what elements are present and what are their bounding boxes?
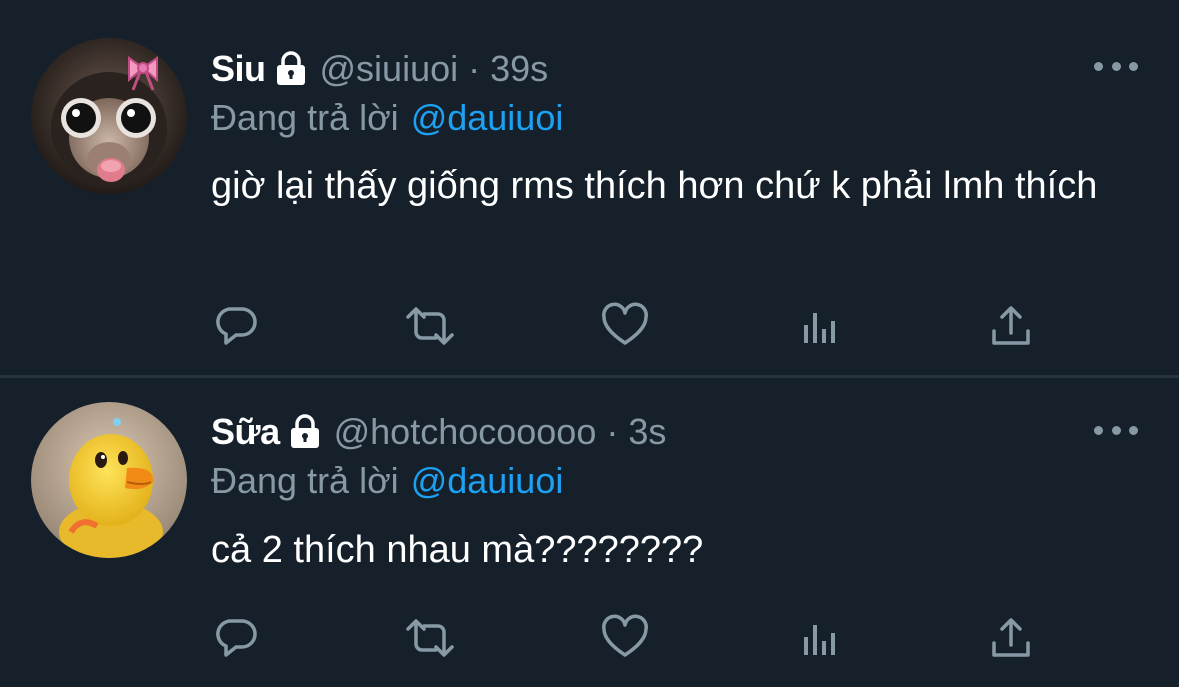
retweet-icon[interactable] [400, 296, 460, 356]
separator: · [606, 411, 619, 452]
like-icon[interactable] [595, 608, 655, 668]
timestamp[interactable]: 3s [628, 411, 666, 453]
lock-icon [290, 414, 320, 450]
reply-context: Đang trả lời @dauiuoi [211, 96, 563, 140]
user-handle[interactable]: @siuiuoi [320, 48, 459, 90]
share-icon[interactable] [981, 608, 1041, 668]
avatar[interactable] [31, 402, 187, 558]
analytics-icon[interactable] [789, 608, 849, 668]
analytics-icon[interactable] [789, 296, 849, 356]
reply-target-link[interactable]: @dauiuoi [411, 460, 564, 502]
timestamp[interactable]: 39s [490, 48, 548, 90]
reply-prefix: Đang trả lời [211, 460, 399, 501]
tweet[interactable]: Sữa @hotchocooooo · 3s Đang trả lời @dau… [0, 378, 1179, 687]
lock-icon [276, 51, 306, 87]
tweet-header: Sữa @hotchocooooo · 3s [211, 410, 666, 454]
avatar[interactable] [31, 38, 187, 194]
tweet-actions [0, 296, 1179, 356]
reply-icon[interactable] [207, 296, 267, 356]
reply-context: Đang trả lời @dauiuoi [211, 459, 563, 503]
tweet-actions [0, 608, 1179, 668]
more-options-icon[interactable] [1094, 418, 1138, 442]
like-icon[interactable] [595, 296, 655, 356]
reply-target-link[interactable]: @dauiuoi [411, 97, 564, 139]
display-name[interactable]: Sữa [211, 411, 280, 453]
timeline: Siu @siuiuoi · 39s Đang trả lời @dauiuoi… [0, 0, 1179, 687]
duck-avatar-image [31, 402, 187, 558]
tweet-header: Siu @siuiuoi · 39s [211, 47, 548, 91]
tweet[interactable]: Siu @siuiuoi · 39s Đang trả lời @dauiuoi… [0, 0, 1179, 376]
user-handle[interactable]: @hotchocooooo [334, 411, 597, 453]
more-options-icon[interactable] [1094, 54, 1138, 78]
separator: · [468, 48, 481, 89]
retweet-icon[interactable] [400, 608, 460, 668]
monkey-avatar-image [31, 38, 187, 194]
tweet-text: cả 2 thích nhau mà???????? [211, 529, 704, 571]
reply-icon[interactable] [207, 608, 267, 668]
reply-prefix: Đang trả lời [211, 97, 399, 138]
display-name[interactable]: Siu [211, 48, 266, 90]
tweet-text: giờ lại thấy giống rms thích hơn chứ k p… [211, 165, 1098, 207]
share-icon[interactable] [981, 296, 1041, 356]
